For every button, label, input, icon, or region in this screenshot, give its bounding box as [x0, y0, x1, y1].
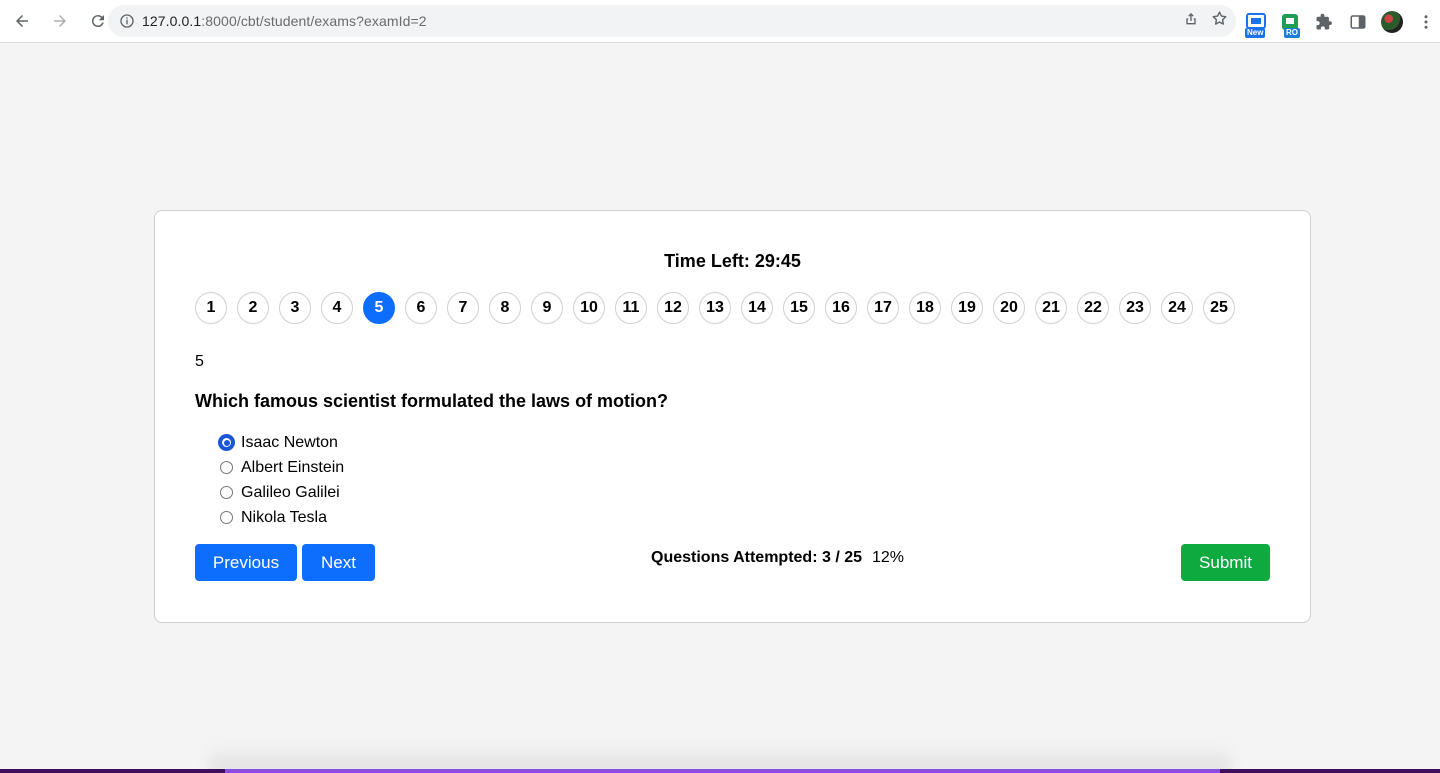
question-nav-button[interactable]: 7 [447, 292, 479, 324]
answer-option[interactable]: Isaac Newton [219, 430, 344, 455]
question-nav-button[interactable]: 2 [237, 292, 269, 324]
question-nav-button[interactable]: 20 [993, 292, 1025, 324]
question-nav-button[interactable]: 11 [615, 292, 647, 324]
question-nav-button[interactable]: 17 [867, 292, 899, 324]
avatar-icon [1381, 10, 1403, 33]
forward-button[interactable] [44, 5, 76, 37]
share-icon[interactable] [1183, 11, 1199, 32]
arrow-right-icon [54, 15, 66, 27]
arrow-left-icon [16, 15, 28, 27]
answer-option-label: Isaac Newton [241, 433, 338, 451]
question-nav-button[interactable]: 24 [1161, 292, 1193, 324]
side-panel-icon[interactable] [1346, 10, 1370, 34]
question-navigator: 1 2 3 4 5 6 7 8 9 10 11 12 13 14 15 16 17 18 19 20 21 22 23 24 2… [195, 292, 1235, 324]
question-nav-button[interactable]: 25 [1203, 292, 1235, 324]
question-nav-button[interactable]: 5 [363, 292, 395, 324]
answer-radio[interactable] [220, 486, 233, 499]
site-info-icon[interactable] [112, 13, 142, 29]
answer-option-label: Galileo Galilei [241, 483, 340, 501]
question-nav-button[interactable]: 12 [657, 292, 689, 324]
question-number: 5 [195, 353, 204, 370]
answer-radio[interactable] [220, 511, 233, 524]
browser-toolbar: 127.0.0.1:8000/cbt/student/exams?examId=… [0, 0, 1440, 43]
time-left: Time Left: 29:45 [664, 251, 801, 271]
screencast-extension-icon[interactable]: New [1244, 10, 1268, 38]
submit-button[interactable]: Submit [1181, 544, 1270, 581]
question-nav-button[interactable]: 10 [573, 292, 605, 324]
question-nav-button[interactable]: 1 [195, 292, 227, 324]
previous-button[interactable]: Previous [195, 544, 297, 581]
back-button[interactable] [6, 5, 38, 37]
question-nav-button[interactable]: 18 [909, 292, 941, 324]
question-nav-button[interactable]: 22 [1077, 292, 1109, 324]
question-nav-button[interactable]: 14 [741, 292, 773, 324]
exam-card: Time Left: 29:45 1 2 3 4 5 6 7 8 9 10 11 12 13 14 15 16… [154, 210, 1311, 623]
question-nav-button[interactable]: 3 [279, 292, 311, 324]
questions-attempted: Questions Attempted: 3 / 25 12% [651, 549, 904, 567]
question-nav-button[interactable]: 15 [783, 292, 815, 324]
answer-option[interactable]: Albert Einstein [219, 455, 344, 480]
extension-badge: RO [1284, 27, 1300, 38]
question-text: Which famous scientist formulated the la… [195, 391, 669, 411]
answer-option[interactable]: Nikola Tesla [219, 505, 344, 530]
question-nav-button[interactable]: 6 [405, 292, 437, 324]
question-nav-button[interactable]: 23 [1119, 292, 1151, 324]
menu-kebab-icon[interactable] [1414, 10, 1438, 34]
answer-radio[interactable] [220, 436, 233, 449]
question-nav-button[interactable]: 13 [699, 292, 731, 324]
url-text: 127.0.0.1:8000/cbt/student/exams?examId=… [142, 13, 427, 29]
green-extension-icon[interactable]: RO [1278, 10, 1302, 38]
next-button[interactable]: Next [302, 544, 375, 581]
page-footer-bar-highlight [225, 769, 1220, 773]
question-nav-button[interactable]: 9 [531, 292, 563, 324]
question-nav-button[interactable]: 21 [1035, 292, 1067, 324]
address-bar[interactable]: 127.0.0.1:8000/cbt/student/exams?examId=… [108, 5, 1236, 37]
bookmark-star-icon[interactable] [1211, 10, 1228, 32]
attempted-count: Questions Attempted: 3 / 25 [651, 549, 862, 566]
attempted-percent: 12% [872, 549, 905, 566]
question-nav-button[interactable]: 8 [489, 292, 521, 324]
answer-radio[interactable] [220, 461, 233, 474]
puzzle-extensions-icon[interactable] [1312, 10, 1336, 34]
answer-options: Isaac Newton Albert Einstein Galileo Galil… [219, 430, 344, 530]
question-nav-button[interactable]: 4 [321, 292, 353, 324]
question-nav-button[interactable]: 16 [825, 292, 857, 324]
reload-icon [91, 15, 104, 28]
extension-badge: New [1245, 27, 1266, 38]
question-nav-button[interactable]: 19 [951, 292, 983, 324]
answer-option-label: Nikola Tesla [241, 508, 327, 526]
profile-avatar[interactable] [1380, 10, 1404, 34]
answer-option[interactable]: Galileo Galilei [219, 480, 344, 505]
answer-option-label: Albert Einstein [241, 458, 345, 476]
